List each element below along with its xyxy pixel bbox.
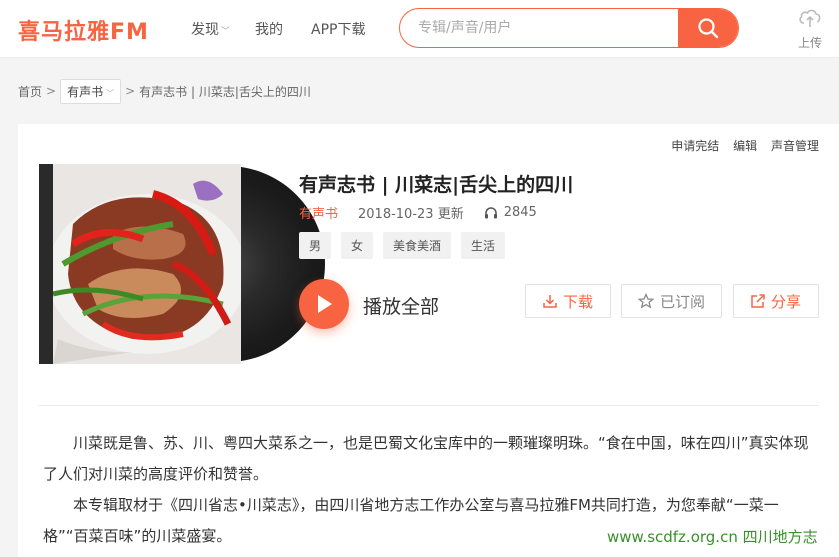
share-button[interactable]: 分享 bbox=[733, 284, 819, 318]
search-input[interactable] bbox=[418, 9, 678, 47]
apply-complete-link[interactable]: 申请完结 bbox=[671, 139, 719, 153]
search-button[interactable] bbox=[678, 9, 738, 47]
star-icon bbox=[637, 293, 654, 309]
upload-cloud-icon bbox=[799, 9, 821, 27]
tag[interactable]: 美食美酒 bbox=[383, 232, 452, 259]
subscribe-label: 已订阅 bbox=[659, 292, 705, 311]
play-icon bbox=[318, 295, 332, 313]
intro-paragraph: 川菜既是鲁、苏、川、粤四大菜系之一，也是巴蜀文化宝库中的一颗璀璨明珠。“食在中国… bbox=[43, 434, 809, 483]
breadcrumb-category-dropdown[interactable]: 有声书 ﹀ bbox=[60, 78, 122, 104]
tag[interactable]: 女 bbox=[341, 232, 374, 259]
edit-link[interactable]: 编辑 bbox=[733, 139, 757, 153]
album-title: 有声志书 | 川菜志|舌尖上的四川 bbox=[299, 174, 574, 196]
album-cover-group bbox=[39, 164, 325, 364]
chevron-down-icon: ﹀ bbox=[106, 88, 115, 98]
play-count: 2845 bbox=[484, 205, 537, 220]
search-bar bbox=[399, 8, 739, 48]
play-all-button[interactable] bbox=[299, 279, 349, 329]
breadcrumb: 首页 > 有声书 ﹀ > 有声志书 | 川菜志|舌尖上的四川 bbox=[18, 78, 311, 104]
album-meta: 有声书 2018-10-23 更新 2845 bbox=[299, 203, 537, 222]
album-tags: 男 女 美食美酒 生活 bbox=[299, 232, 515, 259]
sound-manage-link[interactable]: 声音管理 bbox=[771, 139, 819, 153]
nav-discover[interactable]: 发现 ﹀ bbox=[191, 19, 230, 39]
site-logo[interactable]: 喜马拉雅FM bbox=[18, 14, 149, 46]
breadcrumb-current: 有声志书 | 川菜志|舌尖上的四川 bbox=[139, 84, 311, 99]
album-card: 申请完结 编辑 声音管理 有声志书 | 川菜志|舌尖上的四川 有声书 2018-… bbox=[18, 124, 839, 557]
share-label: 分享 bbox=[770, 292, 801, 311]
headphones-icon bbox=[484, 207, 497, 219]
divider bbox=[39, 405, 819, 406]
tag[interactable]: 男 bbox=[299, 232, 332, 259]
search-icon bbox=[698, 18, 719, 39]
album-admin-links: 申请完结 编辑 声音管理 bbox=[661, 137, 819, 154]
nav-mine[interactable]: 我的 bbox=[255, 19, 283, 39]
download-label: 下载 bbox=[562, 292, 593, 311]
nav-discover-label: 发现 bbox=[191, 22, 219, 38]
album-category-link[interactable]: 有声书 bbox=[299, 203, 338, 222]
download-icon bbox=[543, 295, 557, 308]
share-icon bbox=[751, 294, 765, 308]
play-count-value: 2845 bbox=[503, 205, 537, 220]
nav-app-download[interactable]: APP下载 bbox=[311, 19, 365, 39]
album-cover-image bbox=[39, 164, 241, 364]
upload-button[interactable]: 上传 bbox=[796, 8, 824, 51]
subscribe-button[interactable]: 已订阅 bbox=[621, 284, 722, 318]
play-all-label[interactable]: 播放全部 bbox=[363, 292, 439, 319]
chevron-down-icon: ﹀ bbox=[221, 27, 231, 37]
top-header: 喜马拉雅FM 发现﹀ 我的 APP下载 上传 bbox=[0, 0, 839, 58]
breadcrumb-category-label: 有声书 bbox=[67, 84, 104, 99]
tag[interactable]: 生活 bbox=[461, 232, 506, 259]
watermark: www.scdfz.org.cn 四川地方志 bbox=[607, 528, 818, 546]
album-update-date: 2018-10-23 更新 bbox=[358, 207, 464, 222]
upload-label: 上传 bbox=[797, 36, 822, 50]
download-button[interactable]: 下载 bbox=[525, 284, 611, 318]
breadcrumb-separator: > bbox=[125, 84, 136, 98]
breadcrumb-separator: > bbox=[46, 84, 57, 98]
breadcrumb-home[interactable]: 首页 bbox=[18, 83, 42, 100]
